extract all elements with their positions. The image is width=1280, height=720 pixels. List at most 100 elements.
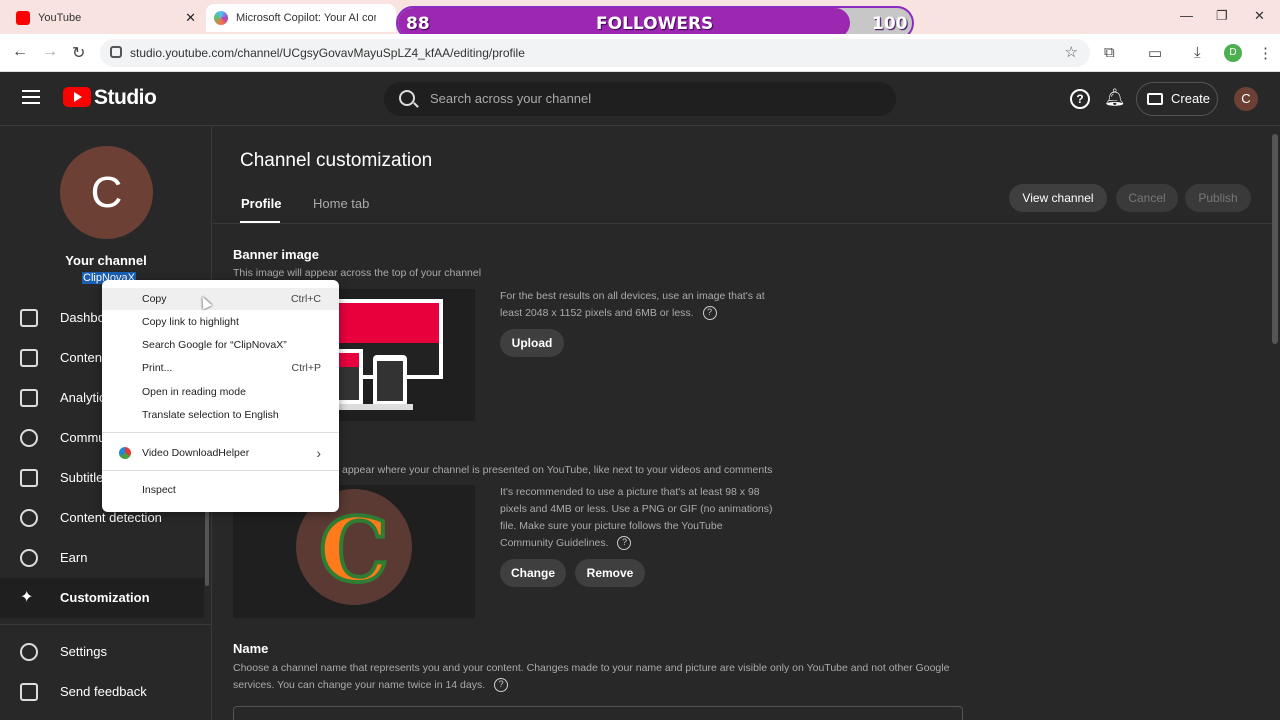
context-menu: Copy Ctrl+C Copy link to highlight Searc… <box>102 280 339 512</box>
sidebar-item-earn[interactable]: Earn <box>0 538 204 578</box>
media-icon[interactable]: ▭ <box>1148 44 1162 62</box>
video-downloadhelper-icon <box>119 447 131 459</box>
sidebar-divider <box>0 624 212 625</box>
hamburger-menu-icon[interactable] <box>22 90 40 104</box>
context-open-reading-mode[interactable]: Open in reading mode <box>102 381 339 403</box>
upload-button[interactable]: Upload <box>500 329 564 357</box>
dollar-icon <box>20 549 38 567</box>
content-icon <box>20 349 38 367</box>
studio-header: Studio Search across your channel ? 🔔︎ C… <box>0 72 1280 126</box>
view-channel-button[interactable]: View channel <box>1009 184 1107 212</box>
sidebar-item-label: Send feedback <box>60 684 147 699</box>
help-circle-icon[interactable]: ? <box>617 536 632 551</box>
context-inspect[interactable]: Inspect <box>102 479 339 501</box>
create-label: Create <box>1171 91 1211 106</box>
sidebar-item-label: Content <box>60 350 106 365</box>
account-avatar[interactable]: C <box>1234 87 1258 111</box>
sidebar-item-label: Settings <box>60 644 107 659</box>
publish-button[interactable]: Publish <box>1185 184 1251 212</box>
help-icon[interactable]: ? <box>1070 89 1090 109</box>
name-title: Name <box>233 641 269 656</box>
sidebar-item-customization[interactable]: ✦ Customization <box>0 578 204 618</box>
magic-wand-icon: ✦ <box>20 589 34 606</box>
back-icon[interactable]: ← <box>12 43 28 61</box>
menu-item-shortcut: Ctrl+C <box>290 293 321 305</box>
context-print[interactable]: Print... Ctrl+P <box>102 357 339 379</box>
main-content: Channel customization Profile Home tab V… <box>213 126 1280 720</box>
context-search-google[interactable]: Search Google for “ClipNovaX” <box>102 334 339 356</box>
extensions-icon[interactable]: ⧉ <box>1104 44 1115 61</box>
forward-icon[interactable]: → <box>42 43 58 61</box>
menu-kebab-icon[interactable]: ⋮ <box>1258 44 1273 62</box>
copyright-icon <box>20 509 38 527</box>
help-circle-icon[interactable]: ? <box>702 306 717 321</box>
banner-title: Banner image <box>233 247 319 262</box>
feedback-icon <box>20 683 38 701</box>
tab-title: YouTube <box>38 12 82 24</box>
cancel-button[interactable]: Cancel <box>1116 184 1178 212</box>
minimize-icon[interactable]: — <box>1180 8 1193 23</box>
sidebar-item-label: Customization <box>60 590 150 605</box>
followers-goal: 100 <box>872 14 908 34</box>
studio-logo-text[interactable]: Studio <box>94 86 157 110</box>
close-tab-icon[interactable]: ✕ <box>185 10 196 26</box>
menu-item-label: Copy <box>142 293 167 305</box>
gear-icon <box>20 643 38 661</box>
context-copy[interactable]: Copy Ctrl+C <box>102 288 339 310</box>
tab-home[interactable]: Home tab <box>313 196 369 211</box>
url-bar[interactable]: studio.youtube.com/channel/UCgsyGovavMay… <box>100 39 1090 67</box>
menu-item-label: Translate selection to English <box>142 409 279 421</box>
sidebar-item-label: Content detection <box>60 510 162 525</box>
browser-profile-avatar[interactable]: D <box>1224 44 1242 62</box>
close-window-icon[interactable]: ✕ <box>1254 8 1265 24</box>
picture-description: appear where your channel is presented o… <box>342 464 773 476</box>
copilot-favicon-icon <box>214 11 228 25</box>
context-video-downloadhelper[interactable]: Video DownloadHelper › <box>102 442 339 464</box>
menu-item-label: Copy link to highlight <box>142 316 239 328</box>
page-title: Channel customization <box>240 150 433 171</box>
main-scrollbar[interactable] <box>1272 134 1278 344</box>
youtube-logo-icon[interactable] <box>63 87 91 107</box>
restore-icon[interactable]: ❐ <box>1216 8 1228 24</box>
picture-hint-text: It's recommended to use a picture that's… <box>500 486 773 549</box>
context-translate-selection[interactable]: Translate selection to English <box>102 404 339 426</box>
help-circle-icon[interactable]: ? <box>494 678 509 693</box>
sidebar-item-send-feedback[interactable]: Send feedback <box>0 672 204 712</box>
menu-separator <box>102 432 339 433</box>
your-channel-title: Your channel <box>65 253 147 268</box>
tabs-divider <box>213 223 1273 224</box>
remove-button[interactable]: Remove <box>575 559 645 587</box>
tab-title: Microsoft Copilot: Your AI com <box>236 12 376 24</box>
context-copy-link-to-highlight[interactable]: Copy link to highlight <box>102 311 339 333</box>
download-icon[interactable]: ⤓ <box>1194 44 1201 61</box>
reload-icon[interactable]: ↻ <box>72 43 85 63</box>
menu-separator <box>102 470 339 471</box>
tab-copilot[interactable]: Microsoft Copilot: Your AI com ✕ <box>206 4 408 32</box>
change-button[interactable]: Change <box>500 559 566 587</box>
picture-hint: It's recommended to use a picture that's… <box>500 484 778 552</box>
bookmark-star-icon[interactable]: ☆ <box>1065 39 1078 67</box>
followers-label: FOLLOWERS <box>596 14 714 34</box>
menu-item-shortcut: Ctrl+P <box>291 362 321 374</box>
banner-description: This image will appear across the top of… <box>233 267 482 279</box>
tab-profile[interactable]: Profile <box>241 196 281 211</box>
site-info-icon[interactable] <box>110 46 122 58</box>
address-toolbar: ← → ↻ studio.youtube.com/channel/UCgsyGo… <box>0 34 1280 72</box>
banner-hint-text: For the best results on all devices, use… <box>500 290 765 319</box>
community-icon <box>20 429 38 447</box>
create-button[interactable]: Create <box>1136 82 1218 116</box>
notifications-bell-icon[interactable]: 🔔︎ <box>1104 88 1126 108</box>
tab-youtube[interactable]: YouTube ✕ <box>16 4 196 32</box>
dashboard-icon <box>20 309 38 327</box>
menu-item-label: Print... <box>142 362 173 374</box>
search-input[interactable]: Search across your channel <box>384 82 896 116</box>
url-text: studio.youtube.com/channel/UCgsyGovavMay… <box>130 46 525 60</box>
channel-name-field[interactable] <box>233 706 963 720</box>
analytics-icon <box>20 389 38 407</box>
sidebar-item-label: Earn <box>60 550 88 565</box>
sidebar-item-settings[interactable]: Settings <box>0 632 204 672</box>
channel-avatar[interactable]: C <box>60 146 153 239</box>
name-description: Choose a channel name that represents yo… <box>233 660 963 694</box>
menu-item-label: Search Google for “ClipNovaX” <box>142 339 287 351</box>
subtitles-icon <box>20 469 38 487</box>
